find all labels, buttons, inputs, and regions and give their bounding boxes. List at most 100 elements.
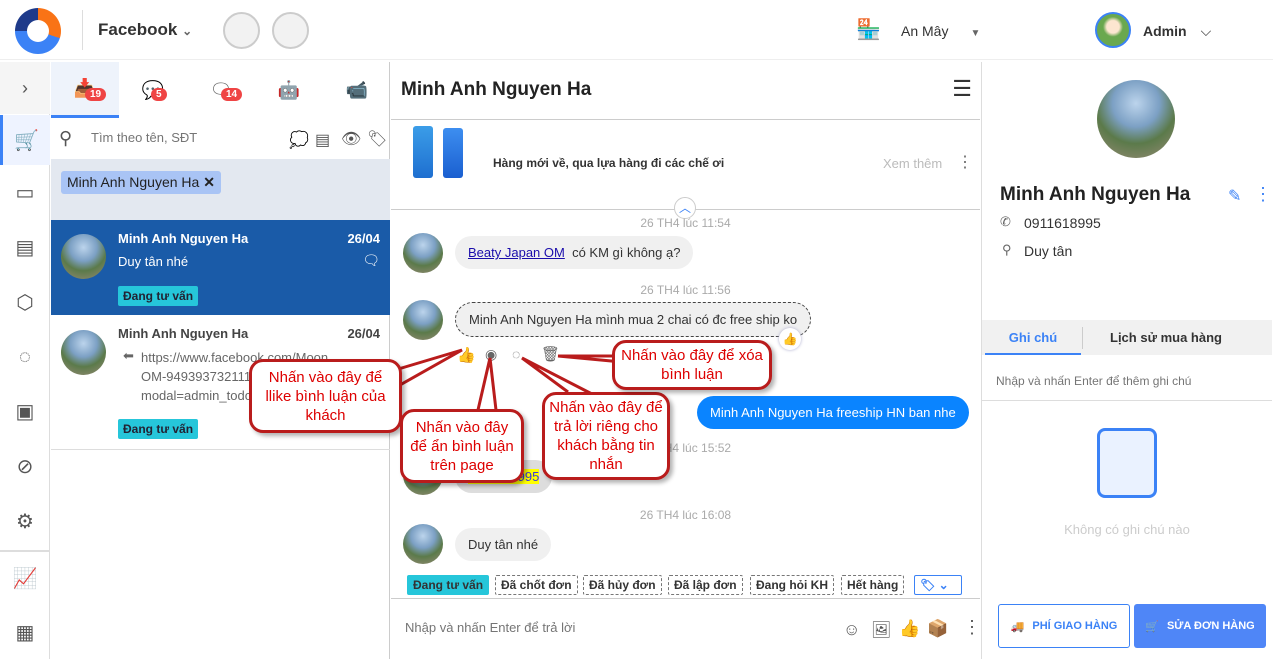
tag-button[interactable]: Đã chốt đơn <box>495 575 578 595</box>
cart-icon[interactable]: 🛒 <box>0 115 50 165</box>
status-tag: Đang tư vấn <box>118 419 199 439</box>
conversation-name: Minh Anh Nguyen Ha <box>118 326 249 341</box>
tag-icon[interactable]: 🏷 <box>367 129 387 149</box>
see-more-link[interactable]: Xem thêm <box>883 156 942 171</box>
messenger-icon[interactable]: ◌ <box>0 332 50 382</box>
customer-name: Minh Anh Nguyen Ha <box>1000 184 1191 205</box>
channel-select[interactable]: Facebook ⌄ <box>98 20 192 40</box>
more-options-icon[interactable]: ⋮ <box>957 152 973 172</box>
shop-select[interactable]: An Mây ▼ <box>901 23 980 39</box>
filter-chip[interactable]: Minh Anh Nguyen Ha ✕ <box>61 171 221 194</box>
tab-messenger[interactable]: 💬5 <box>119 62 187 118</box>
admin-avatar[interactable] <box>1095 12 1131 48</box>
conversation-date: 26/04 <box>347 231 380 246</box>
tag-button[interactable]: Đang hỏi KH <box>750 575 834 595</box>
shipping-fee-button[interactable]: 🚚 PHÍ GIAO HÀNG <box>998 604 1130 648</box>
filter-band: Minh Anh Nguyen Ha ✕ <box>51 159 390 220</box>
empty-notes-text: Không có ghi chú nào <box>1064 522 1190 537</box>
chart-icon[interactable]: 📈 <box>0 553 50 603</box>
divider <box>982 400 1272 401</box>
tag-button[interactable]: Đã hủy đơn <box>583 575 662 595</box>
location-pin-icon: ⚲ <box>1002 242 1012 257</box>
callout-like: Nhấn vào đây để llike bình luận của khác… <box>249 359 402 433</box>
message-text: có KM gì không ạ? <box>572 245 681 260</box>
more-options-icon[interactable]: ⋮ <box>963 617 981 638</box>
comment-filter-icon[interactable]: 💭 <box>289 130 309 150</box>
caret-down-icon: ▼ <box>970 28 981 39</box>
tab-purchase-history[interactable]: Lịch sử mua hàng <box>1086 320 1246 355</box>
user-menu[interactable]: Admin ⌵ <box>1143 23 1211 40</box>
status-tag: Đang tư vấn <box>118 286 199 306</box>
chevron-down-icon: ⌄ <box>182 24 193 38</box>
shipping-icon: 🚚 <box>1010 620 1025 633</box>
product-search-icon[interactable]: 📦 <box>927 619 948 639</box>
tab-bot[interactable]: 🤖 <box>255 62 323 118</box>
box-icon[interactable]: ⬡ <box>0 277 50 327</box>
callout-text: Nhấn vào đây để trả lời riêng cho khách … <box>549 399 663 473</box>
channel-label: Facebook <box>98 20 178 39</box>
edit-order-button[interactable]: 🛒 SỬA ĐƠN HÀNG <box>1134 604 1266 648</box>
cart-icon: 🛒 <box>1145 620 1159 633</box>
gear-icon[interactable]: ⚙ <box>0 496 50 546</box>
document-icon[interactable]: ▤ <box>0 222 50 272</box>
conversation-item[interactable]: Minh Anh Nguyen Ha 26/04 Duy tân nhé 🗨 Đ… <box>51 220 390 315</box>
private-reply-icon[interactable]: ◌ <box>512 346 520 362</box>
emoji-icon[interactable]: ☺ <box>843 620 860 640</box>
bot-icon: 🤖 <box>277 79 301 100</box>
button-label: PHÍ GIAO HÀNG <box>1032 620 1118 632</box>
tag-button[interactable]: Đang tư vấn <box>407 575 490 595</box>
report-clock-icon[interactable]: ▦ <box>0 607 50 657</box>
message-text: Minh Anh Nguyen Ha mình mua 2 chai có đc… <box>469 312 798 327</box>
list-menu-icon[interactable]: ☰ <box>952 76 972 102</box>
expand-sidebar-button[interactable]: › <box>0 62 50 114</box>
block-icon[interactable]: ⊘ <box>0 441 50 491</box>
liked-reaction-icon: 👍 <box>779 328 801 350</box>
page-mention-link[interactable]: Beaty Japan OM <box>468 245 565 260</box>
pencil-icon[interactable]: ✎ <box>1228 186 1241 206</box>
reply-input[interactable] <box>405 620 805 635</box>
tag-button[interactable]: Đã lập đơn <box>668 575 743 595</box>
phone-icon: ✆ <box>1000 214 1011 229</box>
chevron-right-icon: › <box>22 77 28 98</box>
message-text: Minh Anh Nguyen Ha freeship HN ban nhe <box>710 405 956 420</box>
close-icon[interactable]: ✕ <box>203 174 215 190</box>
tab-inbox[interactable]: 📥 19 <box>51 62 119 118</box>
note-filter-icon[interactable]: ▤ <box>315 130 330 150</box>
page-icon-1[interactable] <box>223 12 260 49</box>
user-name: Admin <box>1143 23 1187 39</box>
page-icon-2[interactable] <box>272 12 309 49</box>
filter-chip-label: Minh Anh Nguyen Ha <box>67 174 200 190</box>
tab-comments[interactable]: 🗨 14 <box>187 62 255 118</box>
search-input[interactable] <box>91 130 281 145</box>
contact-card-icon[interactable]: ▣ <box>0 386 50 436</box>
like-icon[interactable]: 👍 <box>899 619 920 639</box>
customer-address: Duy tân <box>1024 243 1073 259</box>
message-icon: 🗨 <box>362 252 380 268</box>
tab-video[interactable]: 📹 <box>323 62 391 118</box>
search-bar: ⚲ 💭 ▤ 👁 🏷 <box>51 120 390 160</box>
delete-comment-icon[interactable]: 🗑 <box>541 345 560 363</box>
conversation-name: Minh Anh Nguyen Ha <box>118 231 249 246</box>
note-input[interactable] <box>996 374 1256 388</box>
hide-comment-icon[interactable]: ◉ <box>485 346 497 363</box>
conversation-date: 26/04 <box>347 326 380 341</box>
message-bubble: Duy tân nhé <box>455 528 552 561</box>
tag-button[interactable]: Hết hàng <box>841 575 905 595</box>
like-comment-icon[interactable]: 👍 <box>457 346 476 364</box>
chat-header: Minh Anh Nguyen Ha ☰ <box>391 62 980 120</box>
divider <box>391 598 980 599</box>
tag-dropdown[interactable]: 🏷 ⌄ <box>914 575 962 595</box>
image-icon[interactable]: 🖼 <box>871 620 891 640</box>
callout-text: Nhấn vào đây để xóa bình luận <box>621 347 763 383</box>
more-options-icon[interactable]: ⋮ <box>1254 184 1272 205</box>
message-text: Duy tân nhé <box>468 537 539 552</box>
app-logo[interactable] <box>15 8 61 54</box>
post-preview: Hàng mới về, qua lựa hàng đi các chế ơi … <box>391 120 980 219</box>
customer-panel: Minh Anh Nguyen Ha ✎ ⋮ ✆ 0911618995 ⚲ Du… <box>981 62 1272 659</box>
video-icon[interactable]: ▭ <box>0 167 50 217</box>
store-icon: 🏪 <box>856 19 881 41</box>
badge: 5 <box>151 88 167 101</box>
shop-label: An Mây <box>901 23 949 39</box>
eye-icon[interactable]: 👁 <box>341 129 361 149</box>
tab-notes[interactable]: Ghi chú <box>985 320 1081 355</box>
